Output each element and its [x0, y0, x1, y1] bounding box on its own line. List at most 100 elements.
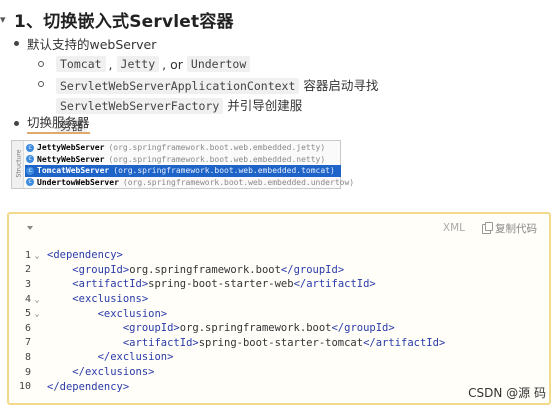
collapse-triangle-icon[interactable]: [27, 226, 33, 230]
code-block: XML 复制代码 1 ⌄ <dependency> 2 <groupId>org.sp…: [7, 212, 551, 405]
server-jetty: Jetty: [116, 56, 160, 72]
xml-open-tag: <dependency>: [47, 249, 123, 262]
code-line: 4 ⌄ <exclusions>: [9, 292, 549, 307]
line-number: 7: [24, 337, 31, 349]
class-package: (org.springframework.boot.web.embedded.u…: [122, 177, 355, 187]
class-name: JettyWebServer: [37, 143, 105, 153]
factory-text-2: 并引导创建服: [223, 98, 303, 113]
class-package: (org.springframework.boot.web.embedded.j…: [108, 143, 326, 153]
default-support-text: 默认支持的webServer: [27, 37, 157, 52]
sub-bullet-factory: ServletWebServerApplicationContext 容器启动寻…: [38, 76, 548, 136]
bullet-dot-icon: [14, 120, 19, 126]
hollow-bullet-icon: [38, 61, 44, 67]
xml-open-tag: </exclusion>: [97, 351, 174, 364]
code-text: <dependency>: [47, 249, 123, 261]
separator-or: , or: [162, 56, 183, 72]
popup-item[interactable]: c UndertowWebServer (org.springframework…: [25, 177, 354, 189]
bullet-dot-icon: [14, 41, 19, 46]
xml-value: spring-boot-starter-web: [148, 278, 294, 291]
xml-open-tag: <artifactId>: [72, 278, 149, 291]
class-icon: c: [26, 178, 34, 187]
class-icon: c: [26, 155, 34, 164]
code-line: 1 ⌄ <dependency>: [9, 248, 549, 263]
line-number: 9: [24, 366, 31, 378]
collapse-caret-icon[interactable]: ▾: [0, 13, 14, 26]
xml-open-tag: </exclusions>: [72, 366, 155, 379]
xml-open-tag: <exclusion>: [97, 307, 168, 320]
line-number: 6: [24, 322, 31, 334]
server-undertow: Undertow: [186, 56, 251, 72]
ide-class-popup: Structure c JettyWebServer (org.springfr…: [11, 140, 354, 189]
csdn-watermark: CSDN @源 码: [468, 386, 546, 400]
server-tomcat: Tomcat: [56, 56, 106, 72]
code-line: 9 </exclusions>: [9, 365, 549, 380]
code-text: </dependency>: [47, 381, 129, 393]
line-number: 2: [24, 264, 31, 276]
fold-arrow-icon[interactable]: ⌄: [31, 309, 43, 318]
page-title: 1、切换嵌入式Servlet容器: [14, 11, 234, 32]
bullet-switch-server: 切换服务器: [14, 112, 90, 134]
code-text: </exclusion>: [47, 351, 174, 364]
copy-code-label: 复制代码: [495, 223, 537, 235]
line-number: 3: [24, 278, 31, 290]
fold-arrow-icon[interactable]: ⌄: [31, 251, 43, 260]
code-line: 6 <groupId>org.springframework.boot</gro…: [9, 321, 549, 336]
code-line: 8 </exclusion>: [9, 350, 549, 365]
xml-close-tag: </groupId>: [331, 322, 395, 335]
structure-label: Structure: [15, 149, 23, 178]
section-heading: ▾ 1、切换嵌入式Servlet容器: [0, 6, 234, 32]
class-package: (org.springframework.boot.web.embedded.n…: [108, 154, 326, 164]
fold-arrow-icon[interactable]: ⌄: [31, 295, 43, 304]
xml-close-tag: </groupId>: [280, 263, 345, 276]
hollow-bullet-icon: [38, 81, 44, 87]
separator-comma: ,: [108, 56, 113, 72]
class-name: UndertowWebServer: [37, 177, 119, 187]
code-line: 2 <groupId>org.springframework.boot</gro…: [9, 263, 549, 278]
code-line: 3 <artifactId>spring-boot-starter-web</a…: [9, 277, 549, 292]
code-line: 7 <artifactId>spring-boot-starter-tomcat…: [9, 336, 549, 351]
xml-close-tag: </artifactId>: [293, 278, 376, 291]
line-number: 4: [24, 293, 31, 305]
switch-server-text: 切换服务器: [27, 112, 90, 134]
code-text: <exclusion>: [47, 307, 168, 320]
copy-code-button[interactable]: 复制代码: [482, 221, 537, 236]
structure-side-tab: Structure: [12, 141, 24, 188]
xml-open-tag: <exclusions>: [72, 293, 149, 306]
xml-value: org.springframework.boot: [129, 263, 281, 276]
code-text: <artifactId>spring-boot-starter-web</art…: [47, 278, 376, 291]
xml-value: spring-boot-starter-tomcat: [198, 336, 364, 349]
line-number: 5: [24, 308, 31, 320]
popup-item[interactable]: c JettyWebServer (org.springframework.bo…: [25, 142, 341, 154]
class-icon: c: [26, 166, 34, 175]
code-block-toolbar: XML 复制代码: [9, 214, 549, 244]
class-package: (org.springframework.boot.web.embedded.t…: [113, 166, 335, 176]
xml-open-tag: </dependency>: [47, 380, 130, 393]
class-name: NettyWebServer: [37, 154, 105, 164]
xml-open-tag: <groupId>: [122, 322, 180, 335]
line-number: 10: [18, 381, 31, 393]
xml-close-tag: </artifactId>: [363, 336, 446, 349]
code-text: <exclusions>: [47, 293, 148, 305]
sub-bullet-servers: Tomcat , Jetty , or Undertow: [38, 56, 251, 72]
factory-text-1: 容器启动寻找: [299, 78, 379, 93]
xml-value: org.springframework.boot: [179, 322, 332, 335]
popup-item-selected[interactable]: c TomcatWebServer (org.springframework.b…: [25, 165, 341, 177]
line-number: 8: [24, 351, 31, 363]
line-number: 1: [24, 249, 31, 261]
code-text: </exclusions>: [47, 366, 154, 378]
code-line: 5 ⌄ <exclusion>: [9, 306, 549, 321]
code-text: <artifactId>spring-boot-starter-tomcat</…: [47, 337, 445, 349]
popup-item[interactable]: c NettyWebServer (org.springframework.bo…: [25, 154, 341, 166]
code-text: <groupId>org.springframework.boot</group…: [47, 264, 344, 276]
class-name: TomcatWebServer: [37, 166, 110, 176]
copy-icon: [482, 221, 493, 234]
code-language-label: XML: [442, 222, 465, 234]
class-icon: c: [26, 143, 34, 152]
